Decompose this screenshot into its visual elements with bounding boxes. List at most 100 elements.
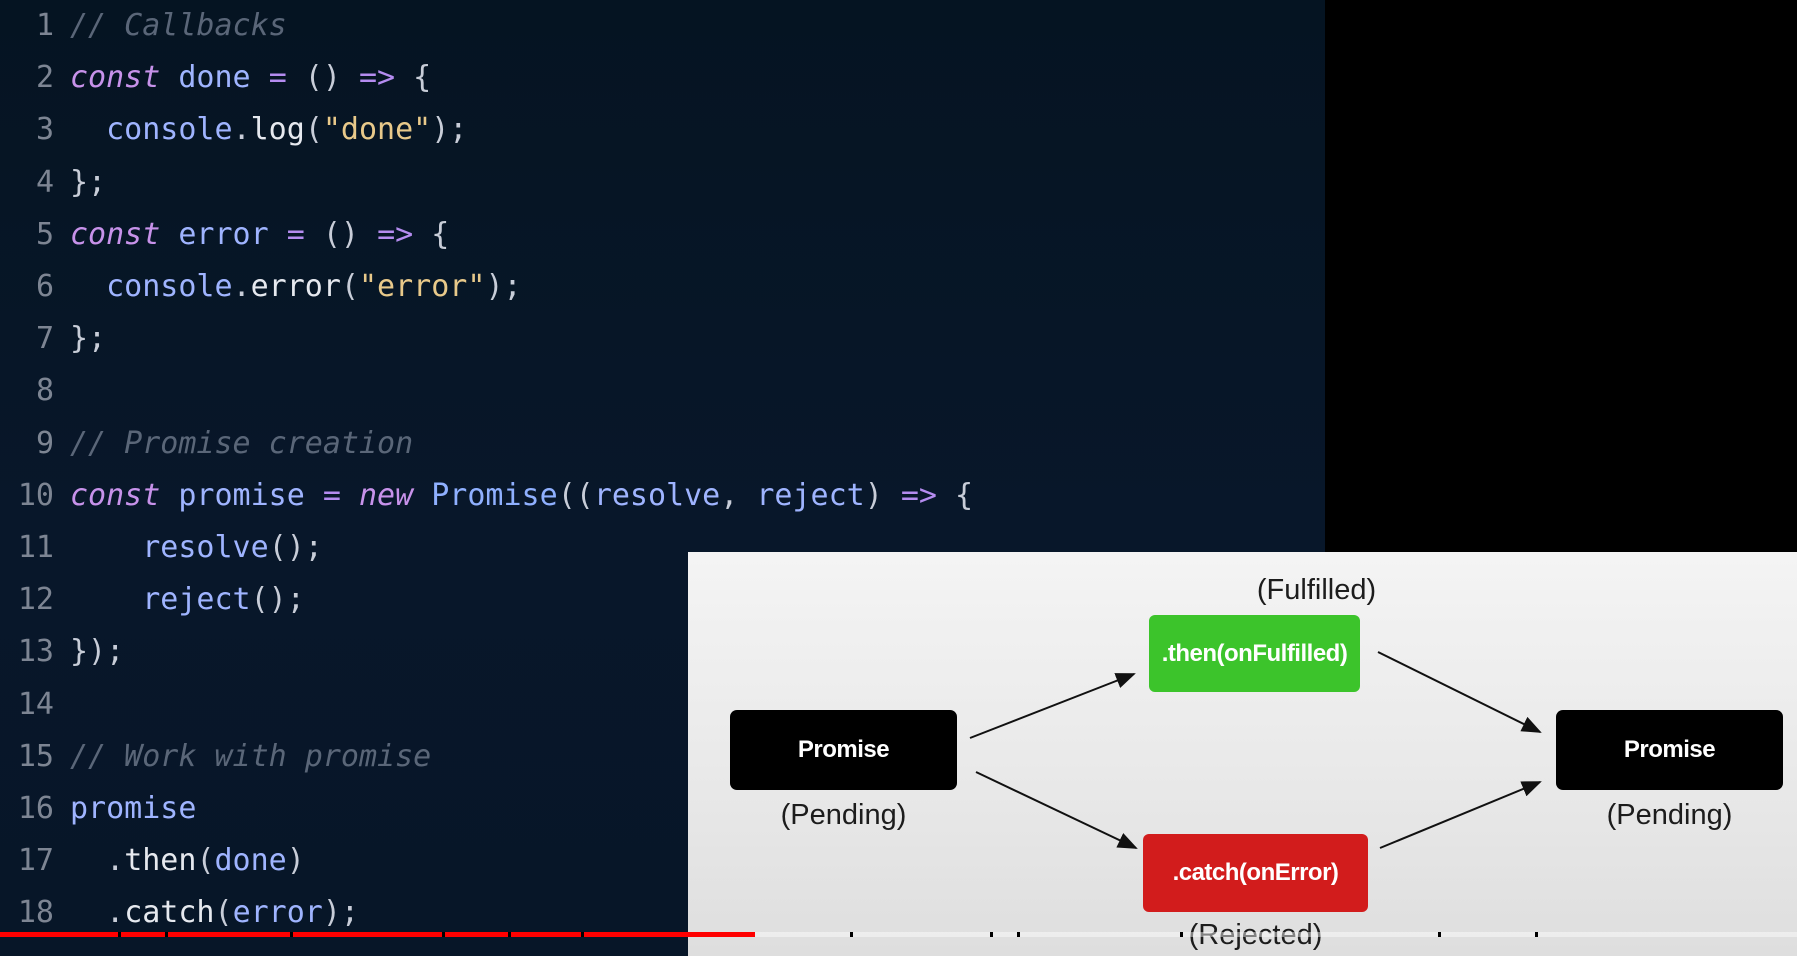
code-line: 3 console.log("done");	[0, 104, 1325, 156]
code-text: .then(done)	[70, 835, 305, 887]
code-text: });	[70, 626, 124, 678]
line-number: 14	[17, 686, 54, 722]
code-token: .	[70, 843, 125, 879]
code-token: );	[322, 895, 359, 931]
code-line: 9 // Promise creation	[0, 418, 1325, 470]
code-token: (	[214, 895, 233, 931]
code-text: // Work with promise	[70, 731, 431, 783]
code-text: };	[70, 313, 106, 365]
code-text: // Callbacks	[70, 0, 287, 52]
code-token: );	[431, 112, 468, 148]
line-number: 10	[17, 477, 54, 513]
arrow-to-catch	[975, 771, 1138, 849]
line-number: 4	[35, 164, 54, 200]
chapter-marker	[1017, 932, 1020, 937]
code-token: done	[160, 60, 269, 96]
chapter-marker	[850, 932, 853, 937]
promise-flow-diagram: (Fulfilled) .then(onFulfilled) Promise (…	[688, 552, 1797, 956]
line-number: 6	[35, 269, 54, 304]
code-token: });	[70, 634, 125, 670]
code-token: const	[70, 216, 161, 252]
progress-played	[0, 932, 755, 937]
chapter-marker	[290, 932, 293, 937]
code-token: )	[864, 477, 901, 513]
arrow-catch-to-promise	[1379, 781, 1542, 849]
line-number: 1	[35, 8, 54, 43]
code-token: // Callbacks	[70, 8, 287, 43]
code-line: 4};	[0, 157, 1325, 209]
code-token: };	[70, 164, 107, 200]
arrow-then-to-promise	[1377, 651, 1542, 733]
code-token: ()	[304, 216, 378, 252]
code-token: =	[268, 60, 287, 96]
code-line: 10 const promise = new Promise((resolve, …	[0, 470, 1325, 522]
promise-end-box: Promise	[1556, 710, 1783, 790]
line-number: 9	[35, 425, 54, 461]
code-token: Promise	[413, 477, 558, 513]
line-number: 8	[35, 373, 54, 409]
line-number: 2	[35, 60, 54, 96]
line-number: 15	[17, 738, 54, 774]
code-token: error	[250, 269, 341, 304]
arrow-to-then	[969, 673, 1136, 739]
chapter-marker	[1535, 932, 1538, 937]
line-number: 13	[17, 634, 54, 670]
code-token: promise	[70, 791, 197, 826]
code-token: // Work with promise	[70, 738, 432, 774]
video-progress-bar[interactable]	[0, 932, 1797, 937]
chapter-marker	[508, 932, 511, 937]
code-token: =	[322, 477, 341, 513]
code-token: );	[485, 269, 522, 304]
code-token: done	[214, 843, 287, 879]
code-text: const error = () => {	[70, 209, 449, 261]
line-number: 5	[35, 216, 54, 252]
chapter-marker	[990, 932, 993, 937]
code-token: resolve	[70, 530, 269, 565]
code-token: error	[160, 216, 287, 252]
code-line: 1 // Callbacks	[0, 0, 1325, 52]
code-token: {	[395, 60, 432, 96]
fulfilled-label: (Fulfilled)	[1256, 574, 1377, 606]
chapter-marker	[118, 932, 121, 937]
code-token: };	[70, 321, 107, 357]
pending-start-label: (Pending)	[780, 799, 907, 831]
code-token: reject	[756, 477, 865, 513]
code-token: catch	[124, 895, 215, 931]
code-token: .	[232, 269, 251, 304]
line-number: 17	[17, 843, 54, 879]
pending-end-label: (Pending)	[1606, 799, 1733, 831]
code-token: ();	[250, 582, 305, 618]
code-token: resolve	[593, 477, 721, 513]
code-token: =>	[359, 60, 396, 96]
line-number: 11	[17, 530, 54, 565]
line-number: 16	[17, 791, 54, 826]
code-token: promise	[160, 477, 323, 513]
code-token: (	[340, 269, 359, 304]
code-token: ((	[557, 477, 594, 513]
code-token: =>	[900, 477, 937, 513]
code-token: ()	[286, 60, 359, 96]
code-text: promise	[70, 783, 196, 835]
code-text: const done = () => {	[70, 52, 431, 104]
code-token: // Promise creation	[70, 425, 414, 461]
chapter-marker	[1180, 932, 1183, 937]
catch-box: .catch(onError)	[1143, 834, 1368, 912]
code-line: 7};	[0, 313, 1325, 365]
code-line: 8	[0, 365, 1325, 417]
code-text: // Promise creation	[70, 418, 413, 470]
promise-start-box: Promise	[730, 710, 957, 790]
chapter-marker	[442, 932, 445, 937]
code-token: (	[304, 112, 323, 148]
code-token: new	[359, 477, 414, 513]
code-token: {	[937, 477, 974, 513]
code-token: (	[196, 843, 215, 879]
code-text: console.log("done");	[70, 104, 467, 156]
code-line: 5 const error = () => {	[0, 209, 1325, 261]
code-token: {	[413, 216, 450, 252]
code-text: reject();	[70, 574, 305, 626]
code-token: console	[70, 112, 233, 148]
code-token: const	[70, 477, 161, 513]
code-token: =>	[377, 216, 414, 252]
code-text: resolve();	[70, 522, 323, 574]
